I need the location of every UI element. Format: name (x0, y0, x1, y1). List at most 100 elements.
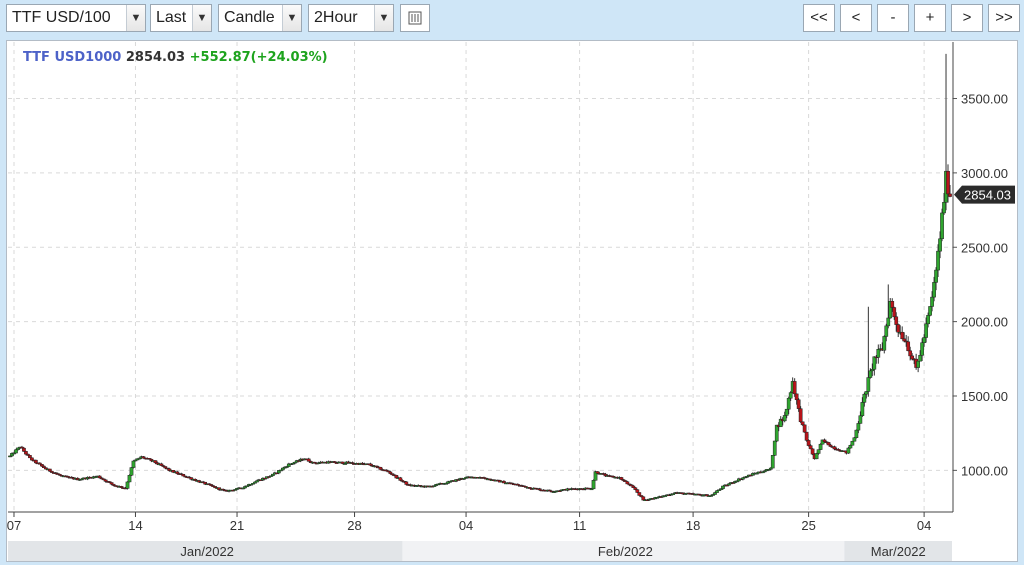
price-type-select-value: Last (156, 9, 187, 26)
interval-select[interactable]: 2Hour ▼ (308, 4, 394, 32)
candle-body (14, 449, 18, 454)
candle-body (852, 437, 857, 442)
candle-body (595, 471, 600, 474)
chevron-down-icon: ▼ (374, 5, 393, 31)
candle-body (854, 429, 859, 438)
candle-body (922, 337, 926, 343)
x-tick-label: 11 (573, 518, 587, 533)
x-tick-label: 21 (230, 518, 244, 533)
symbol-select[interactable]: TTF USD/100 ▼ (6, 4, 146, 32)
candle-body (796, 399, 801, 409)
candle-body (868, 370, 873, 378)
nav-next-button[interactable]: > (951, 4, 983, 32)
candle-body (918, 355, 922, 362)
x-tick-label: 25 (801, 518, 815, 533)
candle-body (806, 440, 811, 446)
candle-body (810, 448, 815, 455)
candle-body (153, 460, 158, 464)
candle-body (936, 250, 940, 271)
candle-body (864, 391, 869, 395)
zoom-in-button[interactable]: + (914, 4, 946, 32)
price-type-select[interactable]: Last ▼ (150, 4, 212, 32)
candle-body (940, 212, 944, 240)
candle-body (784, 408, 789, 416)
chevron-down-icon: ▼ (126, 5, 145, 31)
y-tick-label: 2500.00 (961, 240, 1008, 255)
month-label: Jan/2022 (180, 544, 234, 559)
candle-body (802, 424, 807, 433)
candle-body (798, 408, 803, 423)
chart-header: TTF USD1000 2854.03 +552.87(+24.03%) (23, 50, 328, 65)
chart-toolbar: TTF USD/100 ▼ Last ▼ Candle ▼ 2Hour ▼ <<… (0, 0, 1024, 38)
chart-style-select[interactable]: Candle ▼ (218, 4, 302, 32)
candle-body (800, 421, 805, 426)
candle-body (886, 317, 891, 327)
candle-body (637, 492, 642, 496)
nav-first-button[interactable]: << (803, 4, 835, 32)
candle-body (818, 443, 823, 450)
candle-body (934, 269, 938, 283)
candle-body (631, 485, 636, 488)
header-symbol: TTF USD1000 (23, 50, 121, 65)
data-table-button[interactable] (400, 4, 430, 32)
candle-body (774, 424, 779, 442)
header-last-price: 2854.03 (126, 50, 185, 65)
candle-body (625, 481, 630, 485)
candle-body (926, 315, 930, 325)
x-tick-label: 07 (7, 518, 21, 533)
candle-body (808, 445, 813, 450)
candle-body (920, 342, 924, 356)
chart-frame: 1000.00 1500.00 2000.00 2500.00 3000.00 3500.… (6, 40, 1018, 562)
candle-body (948, 193, 952, 197)
candle-body (30, 457, 34, 461)
candle-body (619, 477, 624, 480)
y-tick-label: 2000.00 (961, 315, 1008, 330)
candle-body (832, 446, 837, 450)
candle-body (932, 282, 936, 298)
nav-prev-button[interactable]: < (840, 4, 872, 32)
y-tick-label: 1000.00 (961, 463, 1008, 478)
month-label: Feb/2022 (598, 544, 653, 559)
x-tick-label: 04 (917, 518, 931, 533)
candle-body (129, 467, 134, 476)
candle-body (930, 296, 934, 307)
candle-body (848, 445, 853, 449)
zoom-out-button[interactable]: - (877, 4, 909, 32)
candle-body (856, 423, 861, 431)
candle-body (772, 440, 777, 456)
candle-body (378, 466, 383, 470)
month-label: Mar/2022 (871, 544, 926, 559)
table-icon (408, 11, 422, 25)
candle-body (860, 402, 865, 416)
candle-body (916, 360, 920, 368)
candle-body (894, 316, 899, 325)
candle-body (159, 463, 164, 466)
candle-body (896, 324, 901, 333)
nav-last-button[interactable]: >> (988, 4, 1020, 32)
x-tick-label: 28 (347, 518, 361, 533)
candle-body (770, 455, 775, 469)
candle-body (942, 202, 946, 214)
candle-body (924, 323, 928, 338)
chart-style-select-value: Candle (224, 9, 275, 26)
candle-body (713, 492, 717, 495)
symbol-select-value: TTF USD/100 (12, 9, 111, 26)
candle-body (721, 485, 725, 489)
candle-body (792, 381, 797, 395)
candle-body (866, 377, 871, 392)
candle-body (794, 393, 799, 401)
y-tick-label: 3500.00 (961, 92, 1008, 107)
candle-body (826, 442, 831, 446)
candle-body (908, 350, 913, 357)
price-chart[interactable]: 1000.00 1500.00 2000.00 2500.00 3000.00 3500.… (7, 41, 1017, 561)
candle-body (858, 415, 863, 424)
interval-select-value: 2Hour (314, 9, 358, 26)
candle-body (131, 460, 136, 468)
candle-body (398, 477, 403, 481)
candle-body (938, 238, 942, 252)
candle-body (715, 490, 719, 493)
candle-body (280, 467, 285, 471)
candle-body (814, 453, 819, 460)
x-tick-label: 18 (686, 518, 700, 533)
candle-body (884, 325, 889, 337)
